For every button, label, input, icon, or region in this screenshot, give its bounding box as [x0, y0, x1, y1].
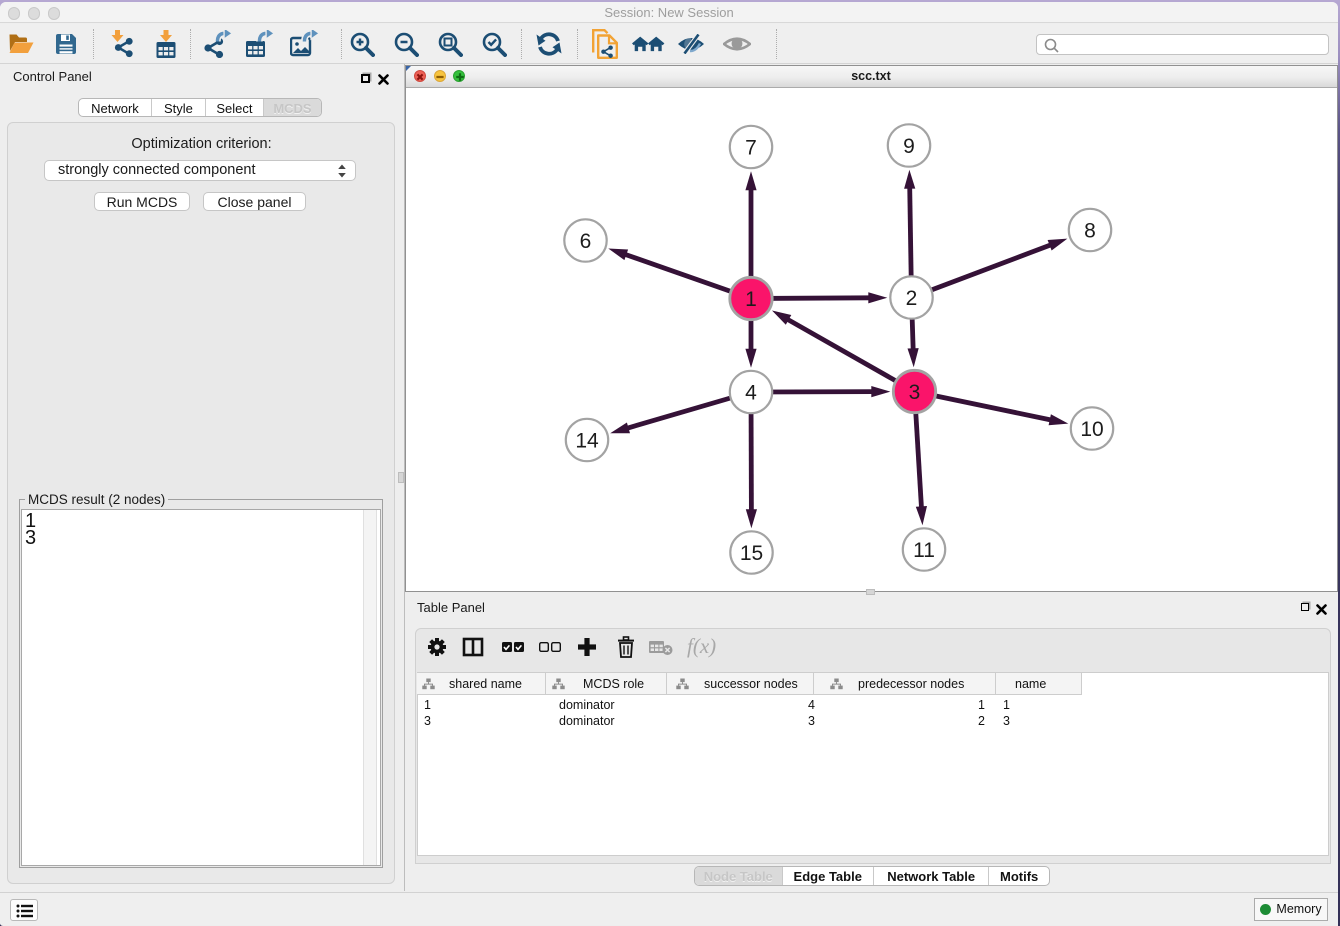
svg-text:2: 2 [905, 287, 917, 310]
svg-text:4: 4 [745, 381, 757, 404]
svg-text:6: 6 [579, 230, 591, 253]
svg-text:10: 10 [1080, 418, 1103, 441]
svg-text:15: 15 [739, 542, 762, 565]
svg-text:9: 9 [903, 135, 915, 158]
svg-text:8: 8 [1084, 219, 1096, 242]
svg-text:11: 11 [913, 539, 935, 562]
svg-text:3: 3 [908, 381, 920, 404]
svg-text:14: 14 [575, 429, 599, 452]
svg-text:7: 7 [745, 136, 757, 159]
svg-text:1: 1 [745, 288, 757, 311]
